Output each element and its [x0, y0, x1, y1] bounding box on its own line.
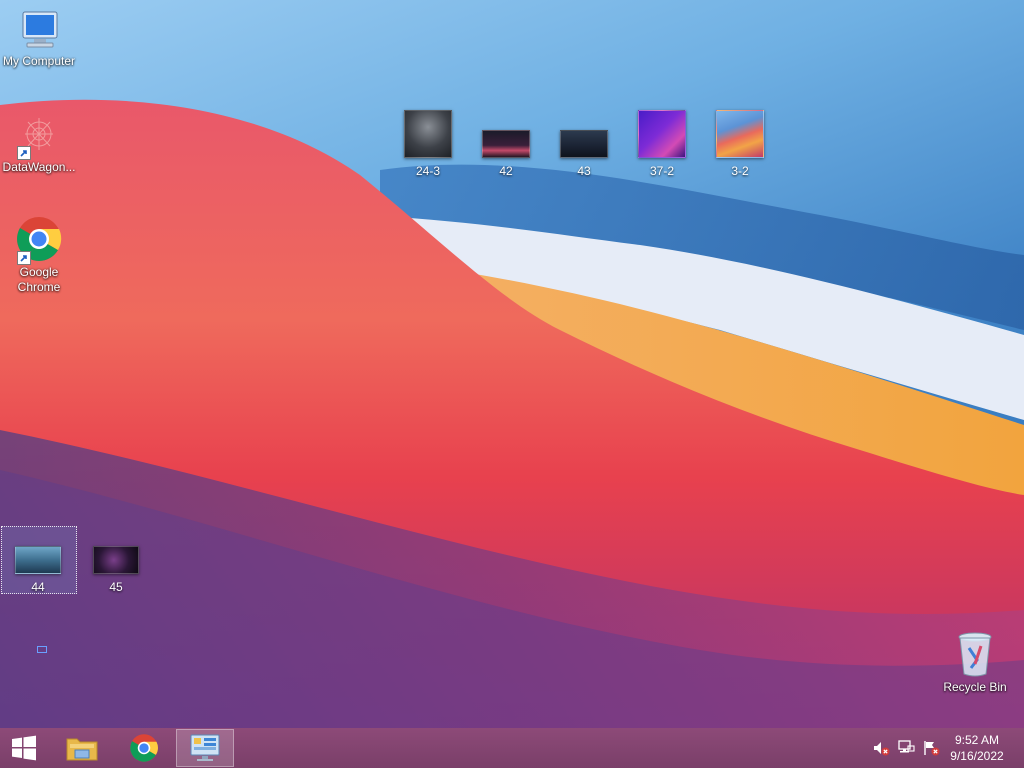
- recycle-bin-label: Recycle Bin: [943, 680, 1007, 694]
- image-file-label: 24-3: [415, 164, 441, 178]
- image-thumbnail: [716, 110, 764, 158]
- network-icon[interactable]: [897, 740, 915, 756]
- volume-muted-icon[interactable]: [872, 740, 890, 756]
- my-computer-shortcut[interactable]: My Computer: [0, 8, 78, 69]
- my-computer-label: My Computer: [2, 54, 76, 68]
- image-file-label: 42: [499, 164, 513, 178]
- clock[interactable]: 9:52 AM 9/16/2022: [942, 732, 1012, 764]
- computer-icon: [22, 11, 58, 48]
- image-file-37-2[interactable]: 37-2: [629, 110, 695, 178]
- image-file-44[interactable]: 44: [5, 546, 71, 594]
- action-center-flag-icon[interactable]: [922, 740, 940, 756]
- datawagon-label: DataWagon...: [2, 160, 76, 174]
- shortcut-arrow-icon: [17, 146, 31, 160]
- image-thumbnail: [482, 130, 530, 158]
- chrome-taskbar-button[interactable]: [116, 729, 172, 767]
- image-thumbnail: [560, 130, 608, 158]
- image-file-43[interactable]: 43: [551, 130, 617, 178]
- shortcut-arrow-icon: [17, 251, 31, 265]
- recycle-bin-shortcut[interactable]: Recycle Bin: [936, 630, 1014, 695]
- control-panel-taskbar-button[interactable]: [176, 729, 234, 767]
- windows-logo-icon: [12, 735, 36, 761]
- desktop[interactable]: My Computer DataWagon... Google Chrome 2…: [0, 0, 1024, 728]
- image-file-45[interactable]: 45: [83, 546, 149, 594]
- image-thumbnail: [15, 546, 61, 574]
- image-file-label: 3-2: [731, 164, 749, 178]
- google-chrome-shortcut[interactable]: Google Chrome: [0, 215, 78, 295]
- selection-marker: [37, 646, 47, 653]
- clock-time: 9:52 AM: [954, 733, 1000, 747]
- file-explorer-taskbar-button[interactable]: [54, 729, 110, 767]
- start-button[interactable]: [0, 729, 48, 767]
- image-thumbnail: [404, 110, 452, 158]
- image-thumbnail: [93, 546, 139, 574]
- image-thumbnail: [638, 110, 686, 158]
- image-file-24-3[interactable]: 24-3: [395, 110, 461, 178]
- google-chrome-label: Google Chrome: [17, 265, 61, 294]
- recycle-bin-icon: [958, 632, 992, 677]
- taskbar: 9:52 AM 9/16/2022: [0, 728, 1024, 768]
- datawagon-shortcut[interactable]: DataWagon...: [0, 112, 78, 175]
- clock-date: 9/16/2022: [950, 749, 1004, 763]
- image-file-label: 45: [109, 580, 123, 594]
- wallpaper: [0, 99, 1024, 728]
- image-file-label: 44: [31, 580, 45, 594]
- image-file-label: 43: [577, 164, 591, 178]
- image-file-42[interactable]: 42: [473, 130, 539, 178]
- image-file-label: 37-2: [649, 164, 675, 178]
- control-panel-icon: [190, 734, 220, 761]
- folder-icon: [66, 738, 98, 761]
- image-file-3-2[interactable]: 3-2: [707, 110, 773, 178]
- chrome-icon: [130, 734, 158, 762]
